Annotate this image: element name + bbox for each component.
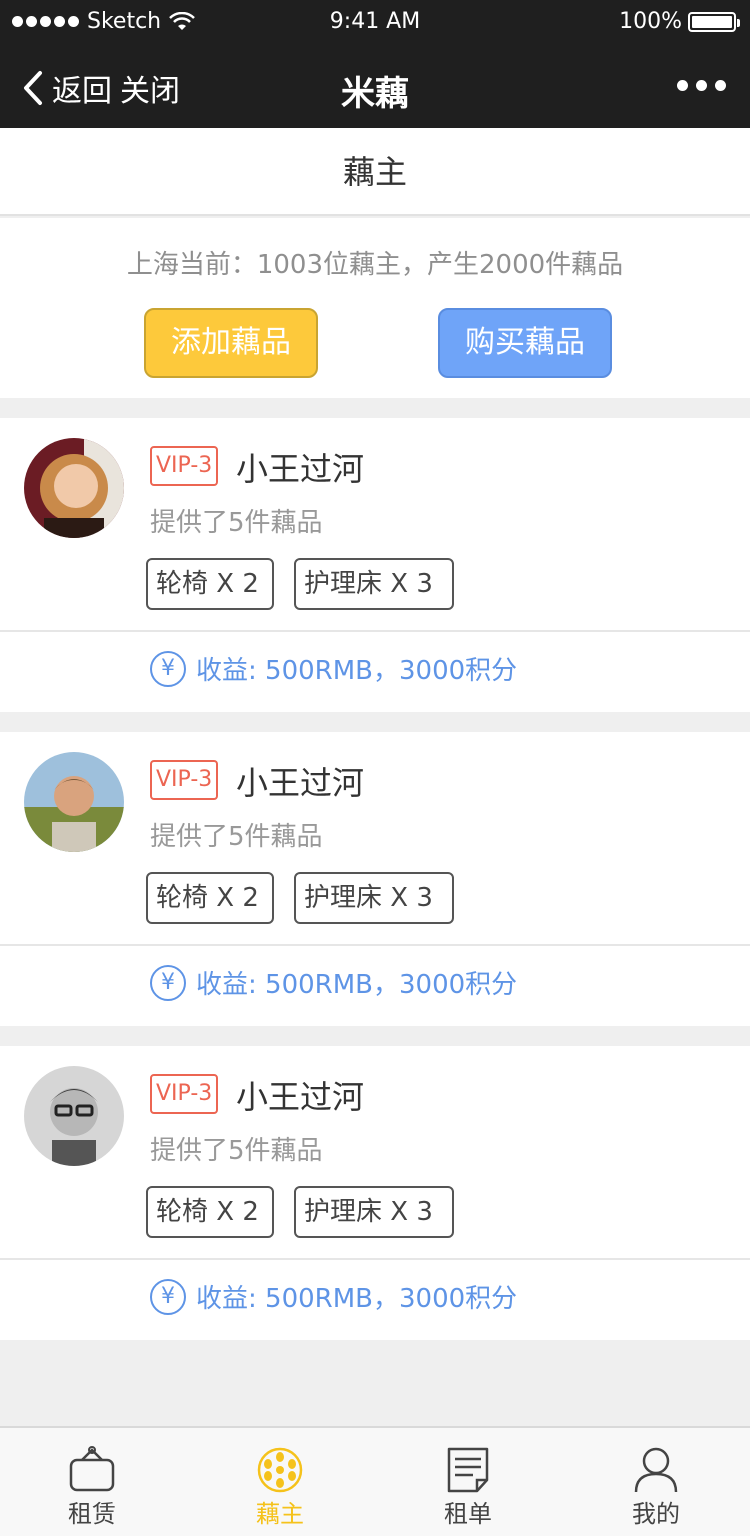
- yen-icon: ¥: [150, 964, 186, 1001]
- yen-icon: ¥: [150, 1278, 186, 1315]
- tab-rental[interactable]: 租赁: [32, 1438, 152, 1529]
- yen-icon: ¥: [150, 650, 186, 687]
- order-list-icon: [408, 1438, 528, 1494]
- item-tag: 轮椅 X 2: [146, 558, 274, 610]
- bottom-tab-bar: 租赁 藕主 租单 我的: [0, 1426, 750, 1536]
- tab-mine[interactable]: 我的: [596, 1438, 716, 1529]
- item-tag: 护理床 X 3: [294, 872, 454, 924]
- provided-count: 提供了5件藕品: [150, 822, 323, 852]
- provider-name: 小王过河: [236, 450, 365, 488]
- buy-item-button[interactable]: 购买藕品: [438, 308, 612, 378]
- battery-percent: 100%: [619, 9, 682, 34]
- battery-area: 100%: [619, 9, 740, 34]
- item-tag: 护理床 X 3: [294, 558, 454, 610]
- earnings-row: ¥ 收益: 500RMB，3000积分: [150, 650, 517, 687]
- rental-bag-icon: [32, 1438, 152, 1494]
- tab-label: 我的: [632, 1500, 680, 1528]
- item-tag: 护理床 X 3: [294, 1186, 454, 1238]
- tab-label: 租赁: [68, 1500, 116, 1528]
- earnings-text: 收益: 500RMB，3000积分: [196, 1284, 518, 1314]
- provider-name: 小王过河: [236, 1078, 365, 1116]
- provider-name: 小王过河: [236, 764, 365, 802]
- top-bar: Sketch 9:41 AM 100% 返回 关闭 米藕: [0, 0, 750, 128]
- avatar: [24, 752, 124, 852]
- tab-orders[interactable]: 租单: [408, 1438, 528, 1529]
- earnings-text: 收益: 500RMB，3000积分: [196, 656, 518, 686]
- avatar: [24, 438, 124, 538]
- divider: [0, 944, 750, 946]
- provider-card[interactable]: VIP-3 小王过河 提供了5件藕品 轮椅 X 2 护理床 X 3 ¥ 收益: …: [0, 418, 750, 712]
- earnings-text: 收益: 500RMB，3000积分: [196, 970, 518, 1000]
- vip-badge: VIP-3: [150, 1074, 219, 1114]
- provided-count: 提供了5件藕品: [150, 508, 323, 538]
- status-bar: Sketch 9:41 AM 100%: [0, 0, 750, 44]
- avatar: [24, 1066, 124, 1166]
- item-tag: 轮椅 X 2: [146, 1186, 274, 1238]
- lotus-root-icon: [220, 1438, 340, 1494]
- vip-badge: VIP-3: [150, 760, 219, 800]
- summary-panel: 上海当前：1003位藕主，产生2000件藕品 添加藕品 购买藕品: [0, 218, 750, 398]
- nav-bar: 返回 关闭 米藕: [0, 44, 750, 128]
- owner-stats: 上海当前：1003位藕主，产生2000件藕品: [126, 250, 624, 280]
- provider-card[interactable]: VIP-3 小王过河 提供了5件藕品 轮椅 X 2 护理床 X 3 ¥ 收益: …: [0, 1046, 750, 1340]
- more-menu-icon[interactable]: [677, 80, 726, 91]
- add-item-button[interactable]: 添加藕品: [144, 308, 318, 378]
- tab-label: 租单: [444, 1500, 492, 1528]
- divider: [0, 630, 750, 632]
- user-icon: [596, 1438, 716, 1494]
- divider: [0, 1258, 750, 1260]
- earnings-row: ¥ 收益: 500RMB，3000积分: [150, 1278, 517, 1315]
- item-tag: 轮椅 X 2: [146, 872, 274, 924]
- provided-count: 提供了5件藕品: [150, 1136, 323, 1166]
- battery-icon: [688, 11, 740, 32]
- section-header: 藕主: [0, 128, 750, 216]
- earnings-row: ¥ 收益: 500RMB，3000积分: [150, 964, 517, 1001]
- page-title: 米藕: [341, 74, 409, 114]
- provider-card[interactable]: VIP-3 小王过河 提供了5件藕品 轮椅 X 2 护理床 X 3 ¥ 收益: …: [0, 732, 750, 1026]
- tab-owner[interactable]: 藕主: [220, 1438, 340, 1529]
- tab-label: 藕主: [256, 1500, 304, 1528]
- vip-badge: VIP-3: [150, 446, 219, 486]
